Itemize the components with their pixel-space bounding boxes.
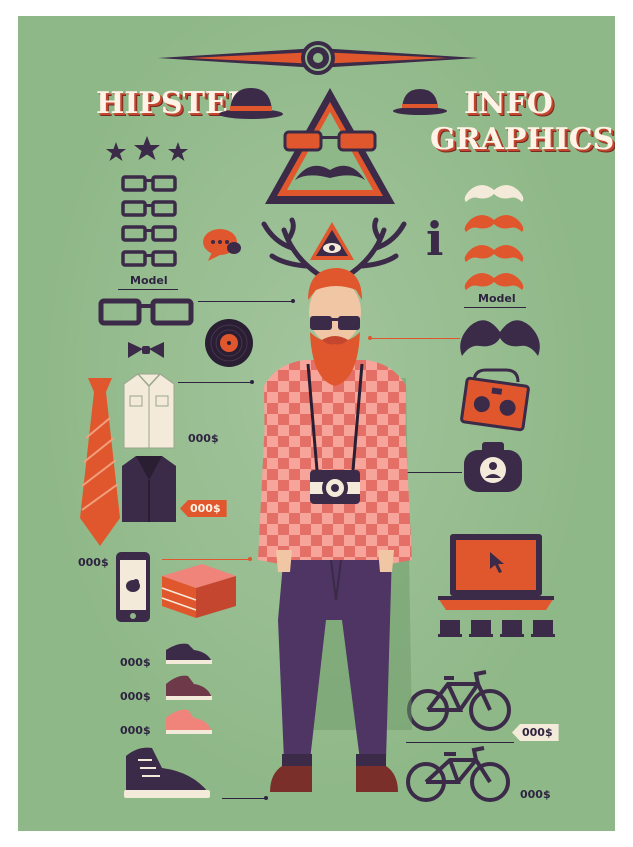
ornament-icon <box>158 41 478 75</box>
speech-bubble-icon <box>203 229 241 261</box>
mini-laptop-icon <box>469 620 493 637</box>
mini-laptop-icon <box>500 620 524 637</box>
phone-price: 000$ <box>78 556 109 569</box>
triangle-emblem-icon <box>265 88 395 204</box>
shirt-connector-line <box>178 382 252 383</box>
bow-tie-icon <box>128 342 164 358</box>
big-glasses-icon <box>98 298 194 326</box>
bike-divider <box>406 742 514 743</box>
title-graphics: GRAPHICS <box>430 122 615 157</box>
high-top-sneaker-icon <box>124 747 210 798</box>
shirt-icon <box>123 373 175 449</box>
jacket-price-tag: 000$ <box>180 500 227 517</box>
boombox-icon <box>460 368 530 432</box>
glasses-icon <box>121 175 177 192</box>
glasses-model-label: Model <box>130 274 168 287</box>
bicycle-icon <box>407 670 511 731</box>
glasses-icon <box>121 250 177 267</box>
mustache-icon <box>464 273 524 290</box>
sneaker-icon <box>166 675 212 700</box>
phone-connector-line <box>162 559 250 560</box>
mustache-icon <box>464 245 524 262</box>
sneaker-2-price: 000$ <box>120 690 151 703</box>
sneaker-3-price: 000$ <box>120 724 151 737</box>
mustache-model-rule <box>464 307 526 308</box>
phone-connector-dot <box>248 557 252 561</box>
bike-1-price-tag: 000$ <box>512 724 559 741</box>
bicycle-icon <box>406 746 510 802</box>
bike-2-price: 000$ <box>520 788 551 801</box>
mini-laptop-icon <box>531 620 555 637</box>
sneaker-icon <box>166 709 212 734</box>
title-info: INFO <box>464 86 553 121</box>
jacket-icon <box>122 456 176 522</box>
necktie-icon <box>80 378 120 546</box>
stars-icon <box>106 136 188 161</box>
big-mustache-icon <box>460 320 540 356</box>
eye-triangle-icon <box>310 222 354 260</box>
hipster-figure <box>258 268 412 792</box>
bricks-icon <box>161 564 236 618</box>
glasses-icon <box>121 200 177 217</box>
sneaker-icon <box>166 643 212 664</box>
info-icon: i <box>426 212 444 266</box>
laptop-icon <box>438 534 554 610</box>
smartphone-icon <box>116 552 150 622</box>
mustache-icon <box>464 185 524 202</box>
vinyl-record-icon <box>205 319 253 367</box>
sneaker-1-price: 000$ <box>120 656 151 669</box>
mini-laptop-icon <box>438 620 462 637</box>
shirt-price: 000$ <box>188 432 219 445</box>
mustache-icon <box>464 215 524 232</box>
bowler-hat-icon <box>393 89 447 115</box>
camera-badge-icon <box>464 442 522 492</box>
shirt-connector-dot <box>250 380 254 384</box>
glasses-model-rule <box>118 289 178 290</box>
glasses-icon <box>121 225 177 242</box>
poster: HIPSTER INFO GRAPHICS Model i Model 000$… <box>18 16 615 831</box>
mustache-model-label: Model <box>478 292 516 305</box>
